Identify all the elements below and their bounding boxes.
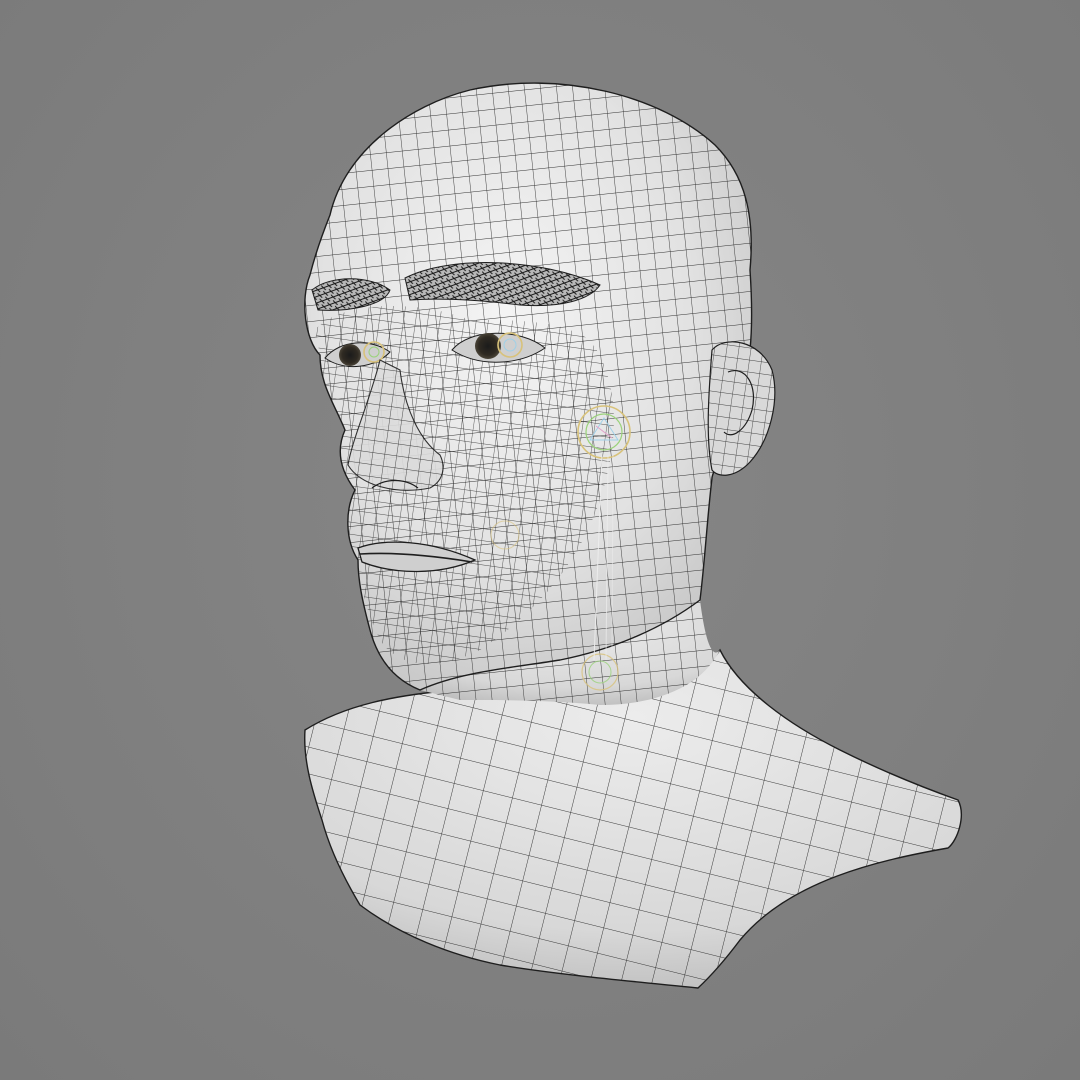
cheek-control-gizmo[interactable] (577, 405, 631, 459)
head-model-svg[interactable] (0, 0, 1080, 1080)
ear[interactable] (707, 341, 776, 476)
3d-viewport[interactable] (0, 0, 1080, 1080)
